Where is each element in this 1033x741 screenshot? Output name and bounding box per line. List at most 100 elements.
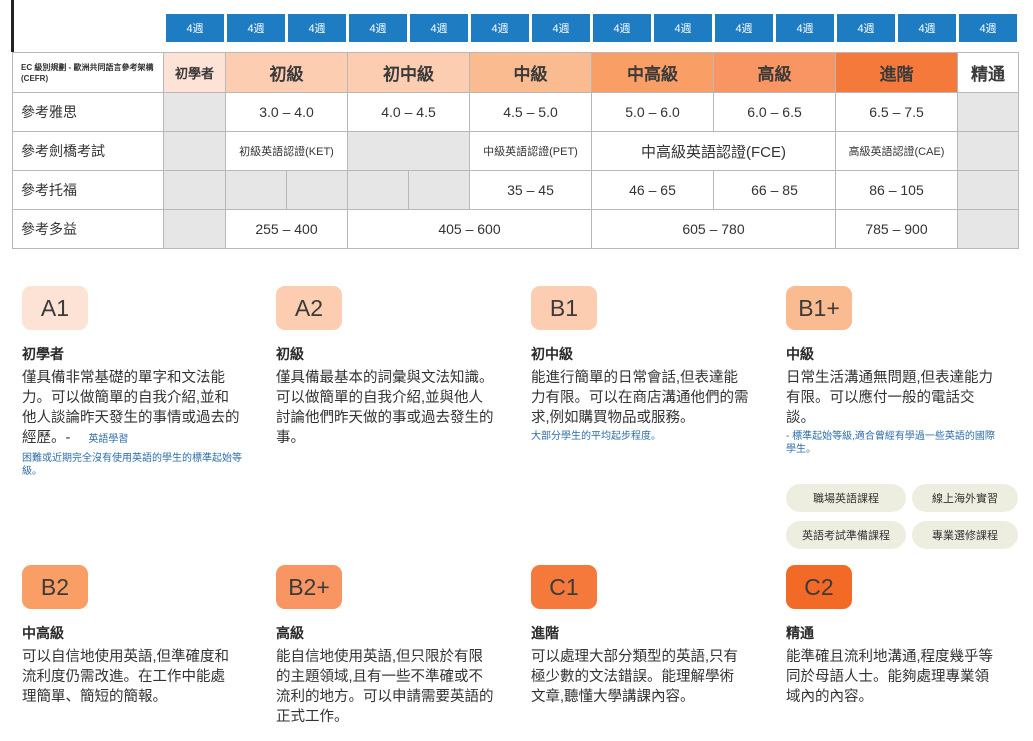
empty-cell <box>163 170 226 210</box>
week-label: 4週 <box>227 14 285 42</box>
level-description: 可以處理大部分類型的英語,只有極少數的文法錯誤。能理解學術文章,聽懂大學講課內容… <box>531 649 739 705</box>
ielts-score: 6.0 – 6.5 <box>713 92 836 132</box>
ielts-score: 6.5 – 7.5 <box>835 92 958 132</box>
ielts-score: 4.5 – 5.0 <box>469 92 592 132</box>
week-label: 4週 <box>166 14 224 42</box>
toeic-score: 255 – 400 <box>225 209 348 249</box>
ielts-score: 3.0 – 4.0 <box>225 92 348 132</box>
course-business-english[interactable]: 職場英語課程 <box>786 484 906 512</box>
level-badge: C2 <box>786 565 852 609</box>
level-card-b1plus: B1+ 中級 日常生活溝通無問題,但表達能力有限。可以應付一般的電話交談。 - … <box>786 286 1026 456</box>
toeic-score: 605 – 780 <box>591 209 836 249</box>
level-header-pre-intermediate: 初中級 <box>347 52 470 93</box>
toeic-score: 405 – 600 <box>347 209 592 249</box>
course-online-internship[interactable]: 線上海外實習 <box>912 484 1018 512</box>
toefl-score: 46 – 65 <box>591 170 714 210</box>
level-description: 僅具備非常基礎的單字和文法能力。可以做簡單的自我介紹,並和他人談論昨天發生的事情… <box>22 370 240 446</box>
cambridge-exam: 初級英語認證(KET) <box>225 131 348 171</box>
level-header-intermediate: 中級 <box>469 52 592 93</box>
empty-cell <box>163 209 226 249</box>
toefl-row: 參考托福 35 – 45 46 – 65 66 – 85 86 – 105 <box>12 170 1019 210</box>
week-label: 4週 <box>959 14 1017 42</box>
week-label: 4週 <box>898 14 956 42</box>
row-label-toeic: 參考多益 <box>12 209 164 249</box>
level-badge: A2 <box>276 286 342 330</box>
level-title: 初中級 <box>531 346 573 362</box>
week-label: 4週 <box>288 14 346 42</box>
level-description: 能自信地使用英語,但只限於有限的主題領域,且有一些不準確或不流利的地方。可以申請… <box>276 649 494 725</box>
level-title: 中高級 <box>22 625 64 641</box>
cambridge-row: 參考劍橋考試 初級英語認證(KET) 中級英語認證(PET) 中高級英語認證(F… <box>12 131 1019 171</box>
toefl-score: 35 – 45 <box>469 170 592 210</box>
week-label: 4週 <box>410 14 468 42</box>
level-header-row: EC 級別規劃 - 歐洲共同語言參考架構 (CEFR) 初學者 初級 初中級 中… <box>12 52 1019 93</box>
cambridge-exam: 高級英語認證(CAE) <box>835 131 958 171</box>
level-badge: B2 <box>22 565 88 609</box>
empty-cell <box>957 131 1019 171</box>
level-note: 英語學習 <box>88 434 129 445</box>
cambridge-exam: 中高級英語認證(FCE) <box>591 131 836 171</box>
level-card-a1: A1 初學者 僅具備非常基礎的單字和文法能力。可以做簡單的自我介紹,並和他人談論… <box>22 286 262 478</box>
level-card-a2: A2 初級 僅具備最基本的詞彙與文法知識。可以做簡單的自我介紹,並與他人討論他們… <box>276 286 516 448</box>
level-card-b1: B1 初中級 能進行簡單的日常會話,但表達能力有限。可以在商店溝通他們的需求,例… <box>531 286 771 443</box>
level-card-c1: C1 進階 可以處理大部分類型的英語,只有極少數的文法錯誤。能理解學術文章,聽懂… <box>531 565 771 707</box>
level-badge: A1 <box>22 286 88 330</box>
empty-cell <box>163 131 226 171</box>
level-card-b2plus: B2+ 高級 能自信地使用英語,但只限於有限的主題領域,且有一些不準確或不流利的… <box>276 565 516 727</box>
empty-cell <box>225 170 287 210</box>
empty-cell <box>286 170 348 210</box>
week-label: 4週 <box>532 14 590 42</box>
week-label: 4週 <box>471 14 529 42</box>
week-label: 4週 <box>715 14 773 42</box>
level-badge: B1+ <box>786 286 852 330</box>
level-title: 高級 <box>276 625 304 641</box>
level-description: 能進行簡單的日常會話,但表達能力有限。可以在商店溝通他們的需求,例如購買物品或服… <box>531 370 749 426</box>
level-description: 日常生活溝通無問題,但表達能力有限。可以應付一般的電話交談。 <box>786 370 994 426</box>
row-label-toefl: 參考托福 <box>12 170 164 210</box>
level-header-beginner: 初學者 <box>163 52 226 93</box>
empty-cell <box>347 170 409 210</box>
course-exam-prep[interactable]: 英語考試準備課程 <box>786 521 906 549</box>
toefl-score: 66 – 85 <box>713 170 836 210</box>
ielts-row: 參考雅思 3.0 – 4.0 4.0 – 4.5 4.5 – 5.0 5.0 –… <box>12 92 1019 132</box>
week-label: 4週 <box>776 14 834 42</box>
week-label: 4週 <box>349 14 407 42</box>
level-title: 精通 <box>786 625 814 641</box>
level-title: 進階 <box>531 625 559 641</box>
level-header-advanced: 高級 <box>713 52 836 93</box>
level-badge: B1 <box>531 286 597 330</box>
level-description: 僅具備最基本的詞彙與文法知識。可以做簡單的自我介紹,並與他人討論他們昨天做的事或… <box>276 370 494 446</box>
level-badge: B2+ <box>276 565 342 609</box>
toefl-score: 86 – 105 <box>835 170 958 210</box>
empty-cell <box>957 170 1019 210</box>
framework-label: EC 級別規劃 - 歐洲共同語言參考架構 (CEFR) <box>12 52 164 93</box>
empty-cell <box>163 92 226 132</box>
empty-cell <box>347 131 470 171</box>
cambridge-exam: 中級英語認證(PET) <box>469 131 592 171</box>
level-card-b2: B2 中高級 可以自信地使用英語,但準確度和流利度仍需改進。在工作中能處理簡單、… <box>22 565 262 707</box>
level-title: 中級 <box>786 346 814 362</box>
level-title: 初學者 <box>22 346 64 362</box>
level-note: - 標準起始等級,適合曾經有學過一些英語的國際學生。 <box>786 431 995 455</box>
level-card-c2: C2 精通 能準確且流利地溝通,程度幾乎等同於母語人士。能夠處理專業領域內的內容… <box>786 565 1026 707</box>
row-label-cambridge: 參考劍橋考試 <box>12 131 164 171</box>
level-badge: C1 <box>531 565 597 609</box>
level-header-upper-advanced: 進階 <box>835 52 958 93</box>
level-note: 大部分學生的平均起步程度。 <box>531 431 661 442</box>
level-description: 能準確且流利地溝通,程度幾乎等同於母語人士。能夠處理專業領域內的內容。 <box>786 649 994 705</box>
course-electives[interactable]: 專業選修課程 <box>912 521 1018 549</box>
level-header-upper-intermediate: 中高級 <box>591 52 714 93</box>
ielts-score: 4.0 – 4.5 <box>347 92 470 132</box>
ielts-score: 5.0 – 6.0 <box>591 92 714 132</box>
toeic-row: 參考多益 255 – 400 405 – 600 605 – 780 785 –… <box>12 209 1019 249</box>
level-header-elementary: 初級 <box>225 52 348 93</box>
empty-cell <box>957 92 1019 132</box>
week-label: 4週 <box>593 14 651 42</box>
level-title: 初級 <box>276 346 304 362</box>
week-label: 4週 <box>837 14 895 42</box>
cefr-table: EC 級別規劃 - 歐洲共同語言參考架構 (CEFR) 初學者 初級 初中級 中… <box>12 52 1019 249</box>
row-label-ielts: 參考雅思 <box>12 92 164 132</box>
toeic-score: 785 – 900 <box>835 209 958 249</box>
level-description: 可以自信地使用英語,但準確度和流利度仍需改進。在工作中能處理簡單、簡短的簡報。 <box>22 649 230 705</box>
week-label: 4週 <box>654 14 712 42</box>
